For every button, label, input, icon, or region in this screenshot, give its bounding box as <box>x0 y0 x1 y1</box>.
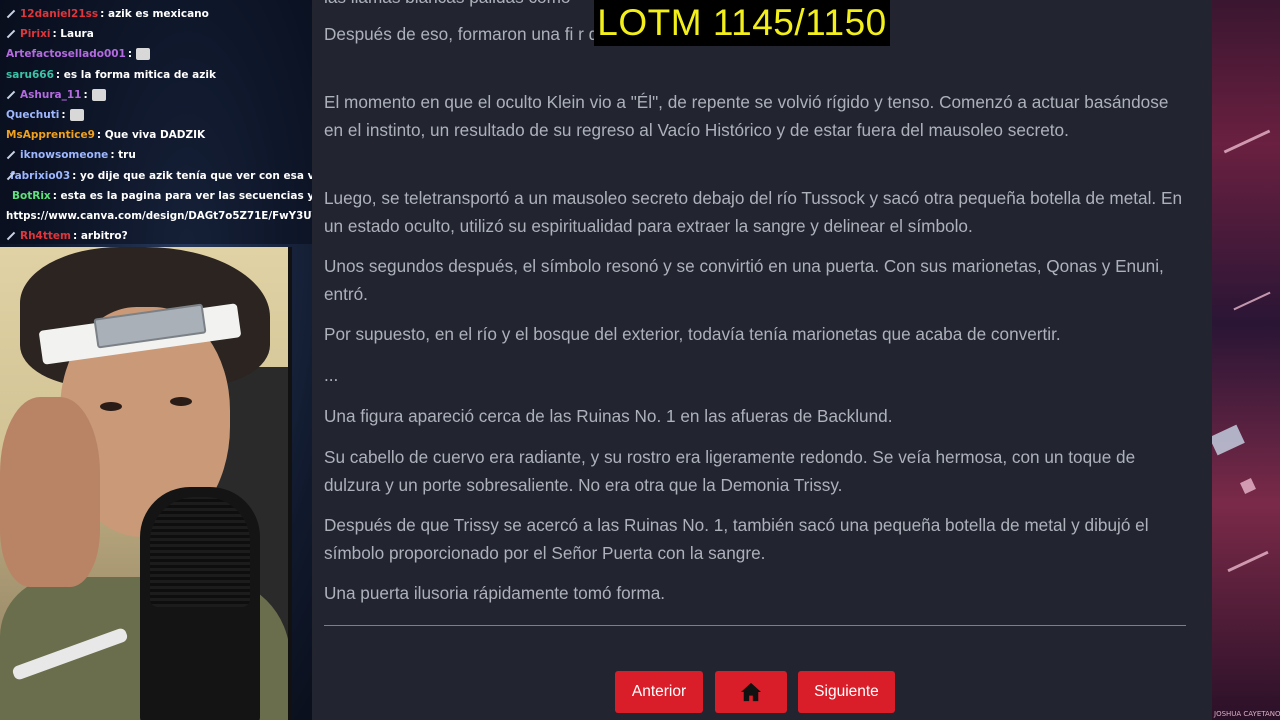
chapter-paragraph: Una figura apareció cerca de las Ruinas … <box>324 406 893 426</box>
previous-chapter-button[interactable]: Anterior <box>615 671 703 713</box>
chat-text: : <box>127 48 133 61</box>
webcam-feed <box>0 247 292 720</box>
chapter-paragraph: Luego, se teletransportó a un mausoleo s… <box>324 188 1183 236</box>
next-chapter-button[interactable]: Siguiente <box>798 671 895 713</box>
chat-text: : azik es mexicano <box>100 8 209 20</box>
chapter-divider <box>324 625 1186 626</box>
art-credit: JOSHUA CAYETANO <box>1214 710 1280 718</box>
chat-text: : <box>83 88 88 101</box>
chat-message: iknowsomeone : tru <box>0 145 312 165</box>
moderator-sword-icon <box>6 29 16 39</box>
chat-text: : es la forma mitica de azik <box>55 68 216 81</box>
chat-username: BotRix <box>12 189 51 202</box>
chat-message: Quechuti : <box>0 105 312 125</box>
chat-text: : <box>61 108 66 121</box>
chapter-counter-overlay: LOTM 1145/1150 <box>594 0 890 46</box>
chapter-paragraph: Después de que Trissy se acercó a las Ru… <box>324 515 1149 563</box>
chat-username: saru666 <box>6 68 54 81</box>
chat-message: fabrixio03 : yo dije que azik tenía que … <box>0 166 312 186</box>
chat-username: Pirixi <box>20 28 51 41</box>
chat-username: Artefactosellado001 <box>6 48 126 61</box>
chat-username: Ashura_11 <box>20 88 82 101</box>
home-icon <box>741 682 761 702</box>
moderator-sword-icon <box>6 231 16 241</box>
chat-text: : tru <box>110 149 136 162</box>
chat-message: Artefactosellado001 : <box>0 44 312 64</box>
chat-username: iknowsomeone <box>20 149 109 162</box>
chat-message: Ashura_11 : <box>0 85 312 105</box>
chapter-paragraph: ... <box>324 365 339 385</box>
emote-icon <box>136 48 151 61</box>
chat-username: fabrixio03 <box>10 169 71 182</box>
chat-username: Quechuti <box>6 108 60 121</box>
moderator-sword-icon <box>6 90 16 100</box>
chat-username: 12daniel21ss <box>20 8 99 20</box>
chapter-reader: las llamas blancas pálidas como Después … <box>312 0 1212 720</box>
home-button[interactable] <box>715 671 787 713</box>
moderator-sword-icon <box>6 150 16 160</box>
emote-icon <box>69 109 84 122</box>
chat-text: : Laura <box>52 28 94 41</box>
stream-chat: 12daniel21ss : azik es mexicano Pirixi :… <box>0 0 312 244</box>
chat-message: saru666 : es la forma mitica de azik <box>0 65 312 85</box>
stream-background-right: JOSHUA CAYETANO <box>1212 0 1280 720</box>
moderator-sword-icon <box>6 9 16 19</box>
chat-message-bot: BotRix : esta es la pagina para ver las … <box>0 186 312 206</box>
chapter-paragraph: El momento en que el oculto Klein vio a … <box>324 92 1169 140</box>
chat-message: MsApprentice9 : Que viva DADZIK <box>0 125 312 145</box>
chat-text: : arbitro? <box>72 230 128 243</box>
chapter-paragraph: Por supuesto, en el río y el bosque del … <box>324 324 1061 344</box>
chapter-paragraph: Una puerta ilusoria rápidamente tomó for… <box>324 583 666 603</box>
chat-link[interactable]: https://www.canva.com/design/DAGt7o5Z71E… <box>0 206 312 226</box>
chapter-paragraph: Su cabello de cuervo era radiante, y su … <box>324 447 1136 495</box>
chat-message: 12daniel21ss : azik es mexicano <box>0 4 312 24</box>
chat-message: Rh4ttem : arbitro? <box>0 226 312 246</box>
chat-text: : Que viva DADZIK <box>96 129 206 142</box>
emote-icon <box>91 88 106 101</box>
chat-username: MsApprentice9 <box>6 129 95 142</box>
chat-text: : esta es la pagina para ver las secuenc… <box>52 189 312 202</box>
chapter-paragraph: Unos segundos después, el símbolo resonó… <box>324 256 1164 304</box>
chat-text: : yo dije que azik tenía que ver con esa… <box>72 169 312 182</box>
chat-username: Rh4ttem <box>20 230 71 243</box>
chat-message: Pirixi : Laura <box>0 24 312 44</box>
